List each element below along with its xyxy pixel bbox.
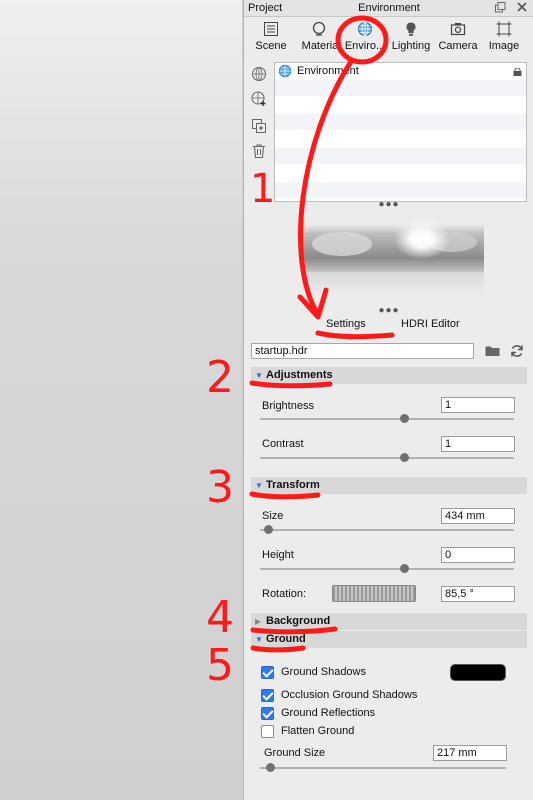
slider-track (260, 457, 514, 459)
height-input[interactable]: 0 (441, 547, 515, 563)
tab-hdri-editor[interactable]: HDRI Editor (401, 318, 460, 330)
contrast-label: Contrast (262, 438, 304, 450)
duplicate-environment-button[interactable] (251, 118, 267, 134)
tab-material[interactable]: Materia (296, 18, 342, 56)
adjustments-title: Adjustments (266, 369, 333, 381)
brightness-slider[interactable] (260, 414, 514, 424)
slider-thumb[interactable] (400, 414, 409, 423)
camera-icon (450, 23, 466, 36)
globe-plus-icon (251, 91, 266, 106)
ground-size-input[interactable]: 217 mm (433, 745, 507, 761)
tab-environment[interactable]: Enviro... (342, 18, 388, 56)
contrast-input[interactable]: 1 (441, 436, 515, 452)
tab-lighting[interactable]: Lighting (388, 18, 434, 56)
environment-panel: Project Environment Scene Materia Enviro… (243, 0, 533, 800)
flatten-ground-checkbox[interactable] (261, 725, 274, 738)
globe-gray-icon (252, 67, 266, 81)
rotation-label: Rotation: (262, 588, 307, 600)
background-header[interactable]: ▶ Background (251, 613, 527, 630)
slider-track (260, 418, 514, 420)
tab-lighting-label: Lighting (391, 40, 431, 52)
ground-size-label: Ground Size (264, 747, 326, 759)
transform-header[interactable]: ▼ Transform (251, 477, 527, 494)
add-environment-button[interactable] (251, 66, 267, 82)
background-title: Background (266, 615, 331, 627)
height-slider[interactable] (260, 564, 514, 574)
slider-thumb[interactable] (266, 763, 275, 772)
chevron-right-icon: ▶ (255, 617, 262, 626)
reload-icon[interactable] (510, 344, 524, 358)
contrast-slider[interactable] (260, 453, 514, 463)
rotation-input[interactable]: 85,5 ° (441, 586, 515, 602)
viewport-background (0, 0, 242, 800)
delete-environment-button[interactable] (251, 143, 267, 159)
brightness-input[interactable]: 1 (441, 397, 515, 413)
folder-icon[interactable] (485, 345, 500, 357)
main-tab-bar: Scene Materia Enviro... Lighting Camera … (244, 18, 533, 56)
flatten-ground-label: Flatten Ground (281, 725, 355, 737)
scene-list-icon (264, 22, 278, 36)
list-item-label: Environment (297, 65, 359, 77)
brightness-label: Brightness (262, 400, 314, 412)
trash-icon (253, 144, 265, 159)
tab-camera[interactable]: Camera (435, 18, 481, 56)
lock-icon (513, 68, 522, 76)
tab-image[interactable]: Image (481, 18, 527, 56)
image-crop-icon (496, 21, 512, 37)
occlusion-ground-shadows-checkbox[interactable] (261, 689, 274, 702)
tab-scene[interactable]: Scene (248, 18, 294, 56)
tab-settings[interactable]: Settings (326, 318, 366, 330)
transform-title: Transform (266, 479, 320, 491)
occlusion-ground-shadows-label: Occlusion Ground Shadows (281, 689, 418, 701)
tab-scene-label: Scene (255, 40, 287, 52)
ground-shadows-checkbox[interactable] (261, 666, 274, 679)
globe-icon (358, 22, 372, 36)
duplicate-icon (252, 119, 266, 133)
slider-thumb[interactable] (400, 564, 409, 573)
bulb-icon (406, 22, 416, 36)
splitter-handle[interactable]: ●●● (244, 199, 533, 210)
ground-header[interactable]: ▼ Ground (251, 631, 527, 648)
ground-reflections-checkbox[interactable] (261, 707, 274, 720)
slider-track (260, 568, 514, 570)
close-icon[interactable] (516, 2, 528, 14)
material-ball-icon (312, 21, 326, 36)
new-environment-button[interactable] (251, 91, 267, 107)
rotation-jog-wheel[interactable] (332, 585, 416, 602)
chevron-down-icon: ▼ (255, 635, 263, 644)
slider-thumb[interactable] (400, 453, 409, 462)
hdri-preview (302, 212, 484, 302)
ground-shadows-label: Ground Shadows (281, 666, 366, 678)
splitter-handle[interactable]: ●●● (244, 305, 533, 316)
panel-title-bar: Project Environment (244, 0, 533, 17)
slider-track (260, 767, 506, 769)
ground-shadow-color-swatch[interactable] (450, 664, 506, 681)
panel-title: Environment (358, 2, 420, 14)
size-label: Size (262, 510, 284, 522)
ground-reflections-label: Ground Reflections (281, 707, 376, 719)
ground-title: Ground (266, 633, 306, 645)
hdri-file-field[interactable]: startup.hdr (251, 343, 474, 359)
size-slider[interactable] (260, 525, 514, 535)
chevron-down-icon: ▼ (255, 371, 263, 380)
tab-material-label: Materia (301, 40, 339, 52)
tab-image-label: Image (488, 40, 520, 52)
list-item[interactable]: Environment (275, 63, 526, 80)
restore-window-icon[interactable] (494, 2, 506, 14)
slider-track (260, 529, 514, 531)
size-input[interactable]: 434 mm (441, 508, 515, 524)
globe-icon (278, 64, 292, 78)
chevron-down-icon: ▼ (255, 481, 263, 490)
environment-list: Environment (274, 62, 527, 202)
height-label: Height (262, 549, 294, 561)
slider-thumb[interactable] (264, 525, 273, 534)
ground-size-slider[interactable] (260, 763, 506, 773)
adjustments-header[interactable]: ▼ Adjustments (251, 367, 527, 384)
